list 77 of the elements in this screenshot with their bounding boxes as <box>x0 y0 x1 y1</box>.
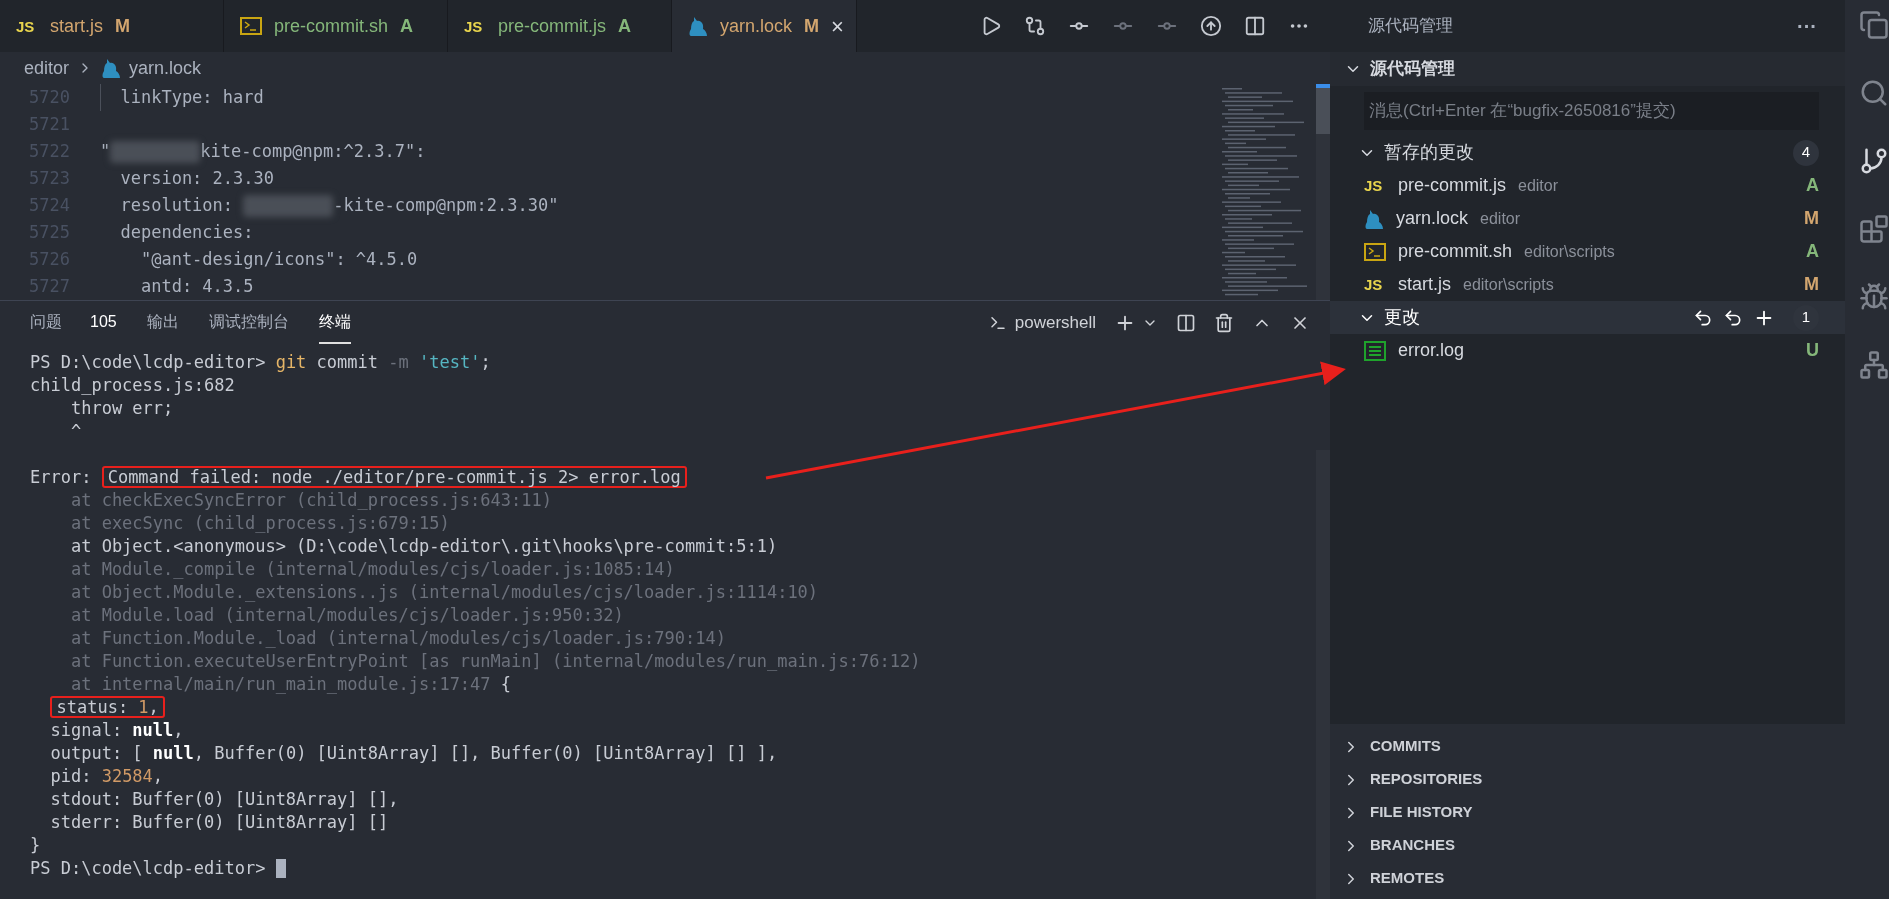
js-file-icon: JS <box>1364 178 1386 193</box>
terminal-line: at checkExecSyncError (child_process.js:643:11) <box>69 489 552 512</box>
search-icon[interactable] <box>1859 78 1889 108</box>
panel-tab[interactable]: 问题 105 <box>30 302 117 344</box>
terminal-line: at Object.Module._extensions..js (internal/modules/cjs/loader.js:1114:10) <box>69 581 819 604</box>
view-header[interactable]: BRANCHES <box>1370 834 1455 857</box>
js-file-icon: JS <box>16 18 38 34</box>
view-header[interactable]: REMOTES <box>1370 867 1445 890</box>
document-lines-icon <box>1364 340 1386 361</box>
terminal-file-icon <box>240 17 262 35</box>
terminal-line: stderr: Buffer(0) [Uint8Array] [] <box>49 811 389 834</box>
editor-tab[interactable]: yarn.lock M × <box>672 0 857 52</box>
terminal-file-icon <box>1364 242 1386 261</box>
code-line: dependencies: <box>119 221 254 244</box>
terminal-line: throw err; <box>69 397 174 420</box>
group-label[interactable]: 更改 <box>1384 304 1685 331</box>
terminal-line: at Object.<anonymous> (D:\code\lcdp-editor\.git\hooks\pre-commit:5:1) <box>69 535 778 558</box>
shell-selector[interactable]: powershell <box>1014 310 1096 336</box>
breadcrumb-item[interactable]: yarn.lock <box>129 54 202 82</box>
extensions-icon[interactable] <box>1859 214 1889 244</box>
commit-message-field[interactable]: 消息(Ctrl+Enter 在“bugfix-2650816”提交) <box>1364 92 1819 130</box>
terminal-line: stdout: Buffer(0) [Uint8Array] [], <box>49 788 399 811</box>
terminal-line: at Module._compile (internal/modules/cjs/loader.js:1085:14) <box>69 558 675 581</box>
terminal-line: } <box>30 834 41 857</box>
section-header[interactable]: 源代码管理 <box>1370 56 1455 82</box>
terminal-line: PS D:\code\lcdp-editor> <box>30 857 267 880</box>
terminal-line: child_process.js:682 <box>30 374 235 397</box>
js-file-icon: JS <box>1364 277 1386 292</box>
changed-file-item[interactable]: JS pre-commit.js editor A <box>1330 169 1845 202</box>
code-line: antd: 4.3.5 <box>139 275 254 298</box>
compare-icon[interactable] <box>1024 15 1046 37</box>
js-file-icon: JS <box>464 18 486 34</box>
undo-icon[interactable] <box>1723 307 1743 328</box>
terminal-line: at Function.executeUserEntryPoint [as runMain] (internal/modules/run_main.js:76:12) <box>69 650 921 673</box>
changed-file-item[interactable]: pre-commit.sh editor\scripts A <box>1330 235 1845 268</box>
discard-all-icon[interactable] <box>1693 307 1713 328</box>
split-editor-icon[interactable] <box>1244 15 1266 37</box>
terminal-line: signal: null, <box>49 719 184 742</box>
terminal-line: Error: Command failed: node ./editor/pre-commit.js 2> error.log <box>30 466 687 489</box>
view-header[interactable]: REPOSITORIES <box>1370 768 1483 791</box>
close-tab-button[interactable]: × <box>831 9 844 43</box>
terminal-line: ^ <box>69 420 82 443</box>
breadcrumb-item[interactable]: editor <box>24 54 70 82</box>
view-header[interactable]: COMMITS <box>1370 735 1441 758</box>
count-badge: 4 <box>1793 139 1819 166</box>
terminal-line: pid: 32584, <box>49 765 164 788</box>
terminal-line: at Module.load (internal/modules/cjs/loader.js:950:32) <box>69 604 624 627</box>
source-control-icon[interactable] <box>1859 146 1889 176</box>
view-header[interactable]: FILE HISTORY <box>1370 801 1473 824</box>
trash-icon[interactable] <box>1214 313 1234 333</box>
more-button[interactable]: ··· <box>1797 11 1817 41</box>
terminal-line: at execSync (child_process.js:679:15) <box>69 512 450 535</box>
group-header[interactable]: 更改 1 <box>1330 301 1845 334</box>
sidebar-title: 源代码管理 <box>1368 15 1453 38</box>
terminal-line: at internal/main/run_main_module.js:17:47 { <box>69 673 512 696</box>
group-label[interactable]: 暂存的更改 <box>1384 139 1785 166</box>
panel-tab[interactable]: 调试控制台 <box>208 302 289 344</box>
network-icon[interactable] <box>1859 350 1889 380</box>
terminal-line: PS D:\code\lcdp-editor> git commit -m 'test'; <box>30 351 491 374</box>
code-line: " kite-comp@npm:^2.3.7": <box>100 140 426 165</box>
changed-file-item[interactable]: yarn.lock editor M <box>1330 202 1845 235</box>
terminal-line: output: [ null, Buffer(0) [Uint8Array] [], Buffer(0) [Uint8Array] [] ], <box>49 742 778 765</box>
group-header[interactable]: 暂存的更改 4 <box>1330 136 1845 169</box>
code-line: resolution: -kite-comp@npm:2.3.30" <box>119 194 559 219</box>
terminal-icon <box>988 314 1007 332</box>
code-line: version: 2.3.30 <box>119 167 274 190</box>
panel-tab[interactable]: 终端 <box>318 302 351 344</box>
code-line: linkType: hard <box>100 84 264 111</box>
split-terminal-icon[interactable] <box>1176 313 1196 333</box>
panel-tab[interactable]: 输出 <box>146 302 179 344</box>
changed-file-item[interactable]: error.log U <box>1330 334 1845 367</box>
scrollbar[interactable] <box>1316 84 1330 300</box>
changed-file-item[interactable]: JS start.js editor\scripts M <box>1330 268 1845 301</box>
files-icon[interactable] <box>1859 10 1889 40</box>
terminal-line: at Function.Module._load (internal/modules/cjs/loader.js:790:14) <box>69 627 726 650</box>
bug-icon[interactable] <box>1859 282 1889 312</box>
code-line: "@ant-design/icons": ^4.5.0 <box>139 248 418 271</box>
